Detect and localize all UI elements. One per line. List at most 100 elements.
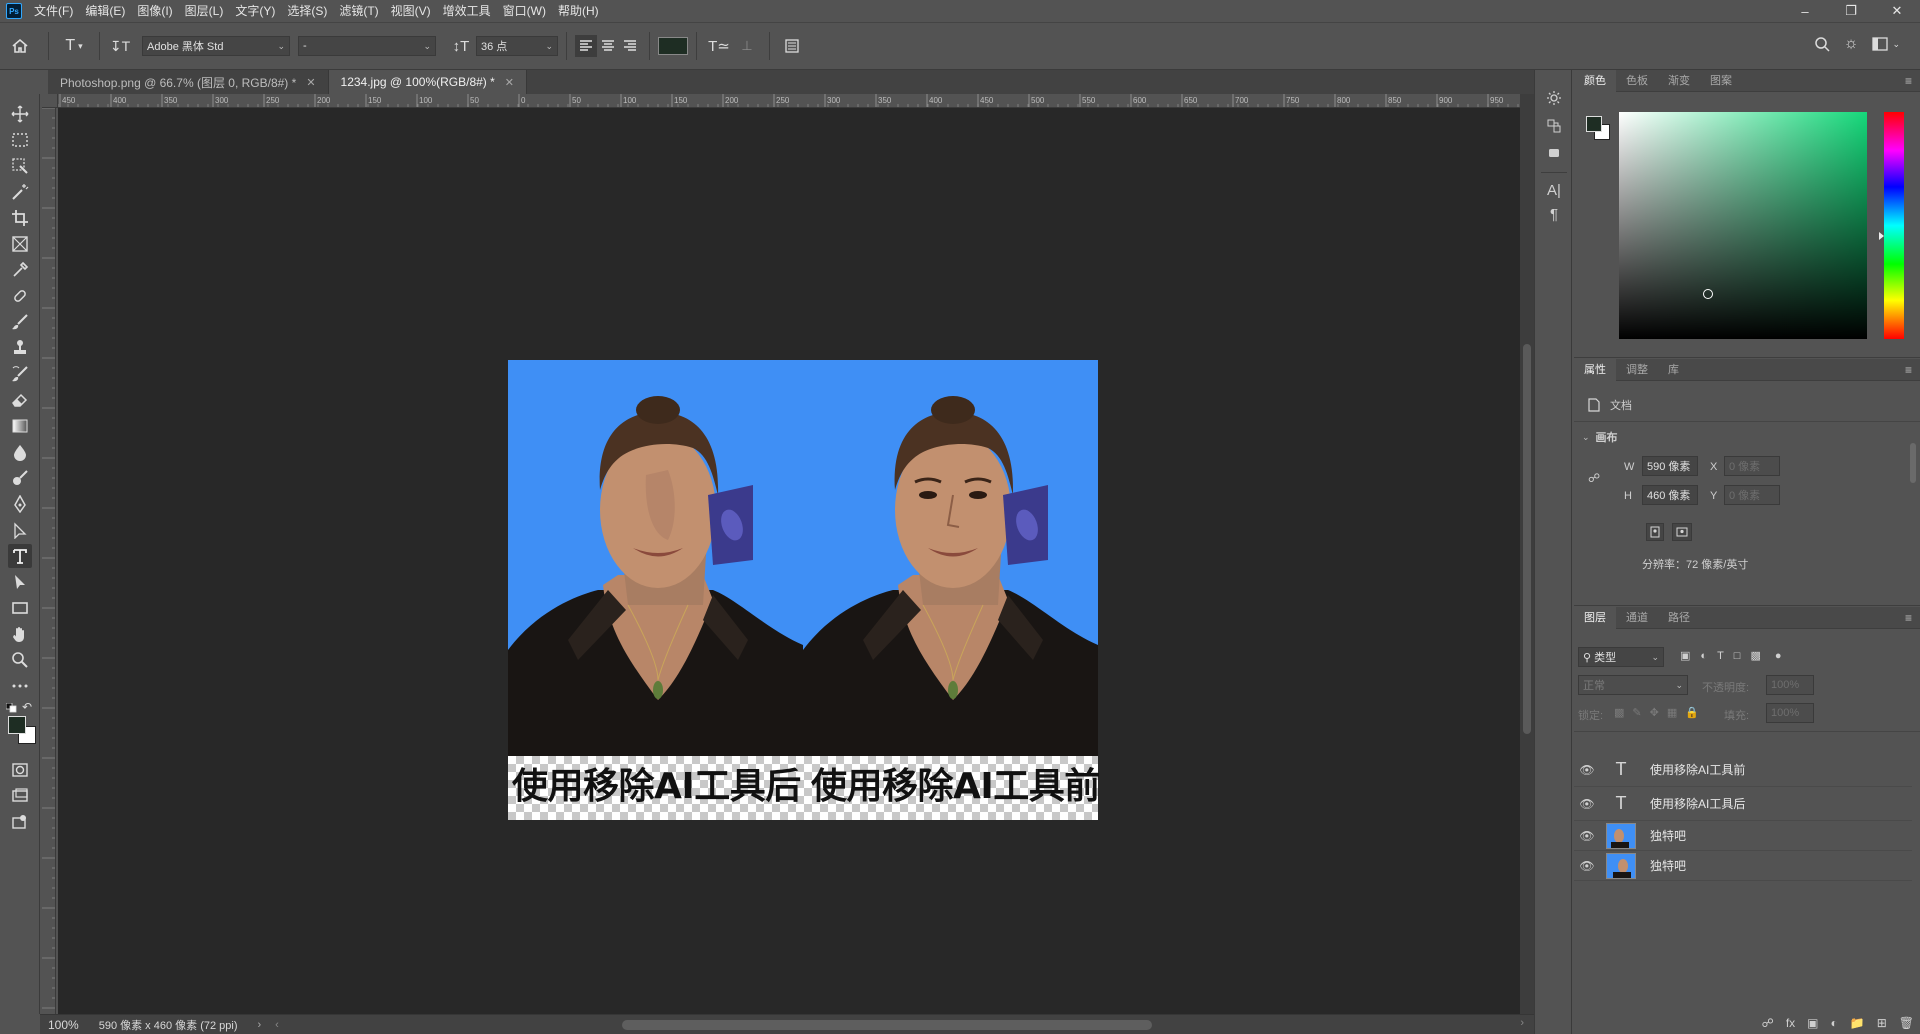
- menu-filter[interactable]: 滤镜(T): [333, 0, 384, 22]
- eye-icon[interactable]: 👁: [1574, 797, 1600, 811]
- color-picker-field[interactable]: [1619, 112, 1867, 339]
- text-color-swatch[interactable]: [658, 37, 688, 55]
- menu-help[interactable]: 帮助(H): [552, 0, 605, 22]
- tab-photoshop-png[interactable]: Photoshop.png @ 66.7% (图层 0, RGB/8#) * ✕: [48, 70, 329, 94]
- close-icon[interactable]: ✕: [306, 76, 315, 89]
- crop-tool-icon[interactable]: [8, 206, 32, 230]
- type-tool-icon[interactable]: [8, 544, 32, 568]
- home-icon[interactable]: [0, 37, 40, 55]
- clone-stamp-tool-icon[interactable]: [8, 336, 32, 360]
- menu-image[interactable]: 图像(I): [131, 0, 178, 22]
- menu-edit[interactable]: 编辑(E): [79, 0, 131, 22]
- lock-position-icon[interactable]: ✥: [1650, 706, 1659, 719]
- lock-image-icon[interactable]: ✎: [1632, 706, 1641, 719]
- font-style-select[interactable]: - ⌄: [298, 36, 436, 56]
- canvas-width-input[interactable]: 590 像素: [1642, 456, 1698, 476]
- panel-menu-icon[interactable]: ≡: [1905, 74, 1912, 88]
- vertical-scrollbar-thumb[interactable]: [1523, 344, 1531, 734]
- filter-type-icon[interactable]: T: [1717, 650, 1724, 662]
- layer-row[interactable]: 👁 独特吧: [1574, 821, 1912, 851]
- horizontal-scrollbar-thumb[interactable]: [622, 1020, 1152, 1030]
- color-picker-cursor[interactable]: [1703, 289, 1713, 299]
- frame-tool-icon[interactable]: [8, 232, 32, 256]
- tab-layers[interactable]: 图层: [1574, 606, 1616, 629]
- zoom-tool-icon[interactable]: [8, 648, 32, 672]
- lock-artboard-icon[interactable]: ▦: [1667, 706, 1677, 719]
- more-tools-icon[interactable]: [8, 674, 32, 698]
- pen-tool-icon[interactable]: [8, 492, 32, 516]
- blur-tool-icon[interactable]: [8, 440, 32, 464]
- character-panel-icon[interactable]: [778, 38, 806, 54]
- paragraph-icon[interactable]: ¶: [1544, 204, 1564, 224]
- rectangle-tool-icon[interactable]: [8, 596, 32, 620]
- history-brush-tool-icon[interactable]: [8, 362, 32, 386]
- actions-icon[interactable]: [1544, 116, 1564, 136]
- zoom-level[interactable]: 100%: [48, 1018, 79, 1032]
- menu-view[interactable]: 视图(V): [385, 0, 437, 22]
- comments-icon[interactable]: [1544, 142, 1564, 162]
- add-mask-icon[interactable]: ▣: [1807, 1016, 1818, 1030]
- layer-filter-select[interactable]: ⚲ 类型 ⌄: [1578, 647, 1664, 667]
- new-layer-icon[interactable]: ⊞: [1877, 1016, 1887, 1030]
- quick-mask-icon[interactable]: [8, 758, 32, 782]
- tab-1234-jpg[interactable]: 1234.jpg @ 100%(RGB/8#) * ✕: [328, 70, 528, 94]
- eraser-tool-icon[interactable]: [8, 388, 32, 412]
- tab-patterns[interactable]: 图案: [1700, 70, 1742, 92]
- eye-icon[interactable]: 👁: [1574, 829, 1600, 843]
- text-orientation-icon[interactable]: ↧T: [108, 38, 132, 55]
- document-canvas[interactable]: 使用移除AI工具后 使用移除AI工具前: [508, 360, 1100, 820]
- tab-adjustments[interactable]: 调整: [1616, 359, 1658, 381]
- hue-slider[interactable]: [1879, 112, 1904, 339]
- font-family-select[interactable]: Adobe 黑体 Std ⌄: [142, 36, 290, 56]
- brush-tool-icon[interactable]: [8, 310, 32, 334]
- tab-libraries[interactable]: 库: [1658, 359, 1689, 381]
- text-3d-icon[interactable]: ⊥: [733, 38, 761, 54]
- opacity-input[interactable]: 100%: [1766, 675, 1814, 695]
- filter-toggle-icon[interactable]: ●: [1775, 650, 1782, 662]
- edit-toolbar-icon[interactable]: [8, 810, 32, 834]
- discover-lightbulb-icon[interactable]: ☼: [1844, 35, 1859, 53]
- eyedropper-tool-icon[interactable]: [8, 258, 32, 282]
- history-icon[interactable]: [1544, 88, 1564, 108]
- minimize-button[interactable]: –: [1782, 0, 1828, 22]
- menu-layer[interactable]: 图层(L): [179, 0, 230, 22]
- layer-row[interactable]: 👁 T 使用移除AI工具后: [1574, 787, 1912, 821]
- caption-after[interactable]: 使用移除AI工具后: [512, 762, 801, 812]
- fx-icon[interactable]: fx: [1786, 1016, 1795, 1030]
- restore-button[interactable]: ❐: [1828, 0, 1874, 22]
- object-selection-tool-icon[interactable]: [8, 154, 32, 178]
- delete-layer-icon[interactable]: 🗑: [1899, 1016, 1914, 1030]
- tab-color[interactable]: 颜色: [1574, 69, 1616, 92]
- align-left-button[interactable]: [575, 35, 597, 57]
- canvas-x-input[interactable]: 0 像素: [1724, 456, 1780, 476]
- portrait-orientation-button[interactable]: [1646, 523, 1664, 541]
- fill-input[interactable]: 100%: [1766, 703, 1814, 723]
- landscape-orientation-button[interactable]: [1672, 523, 1692, 541]
- layer-row[interactable]: 👁 T 使用移除AI工具前: [1574, 753, 1912, 787]
- panel-menu-icon[interactable]: ≡: [1905, 611, 1912, 625]
- properties-scrollbar-thumb[interactable]: [1910, 443, 1916, 483]
- chevron-left-icon[interactable]: ‹: [275, 1019, 279, 1031]
- filter-shape-icon[interactable]: □: [1734, 650, 1741, 662]
- hand-tool-icon[interactable]: [8, 622, 32, 646]
- warp-text-icon[interactable]: T≃: [705, 37, 733, 55]
- panel-menu-icon[interactable]: ≡: [1905, 363, 1912, 377]
- marquee-tool-icon[interactable]: [8, 128, 32, 152]
- vertical-scrollbar[interactable]: [1520, 94, 1534, 1014]
- path-selection-tool-icon[interactable]: [8, 570, 32, 594]
- dodge-tool-icon[interactable]: [8, 466, 32, 490]
- tab-swatches[interactable]: 色板: [1616, 70, 1658, 92]
- canvas-section-header[interactable]: ⌄ 画布: [1582, 429, 1618, 445]
- character-icon[interactable]: A|: [1544, 180, 1564, 200]
- tab-gradients[interactable]: 渐变: [1658, 70, 1700, 92]
- default-colors-icon[interactable]: [5, 702, 18, 713]
- filter-adjustment-icon[interactable]: ◐: [1700, 650, 1707, 662]
- menu-window[interactable]: 窗口(W): [497, 0, 552, 22]
- lock-transparent-icon[interactable]: ▩: [1614, 706, 1624, 719]
- layer-row[interactable]: 👁 独特吧: [1574, 851, 1912, 881]
- link-layers-icon[interactable]: ☍: [1762, 1016, 1774, 1030]
- canvas-y-input[interactable]: 0 像素: [1724, 485, 1780, 505]
- tab-paths[interactable]: 路径: [1658, 607, 1700, 629]
- eye-icon[interactable]: 👁: [1574, 859, 1600, 873]
- align-right-button[interactable]: [619, 35, 641, 57]
